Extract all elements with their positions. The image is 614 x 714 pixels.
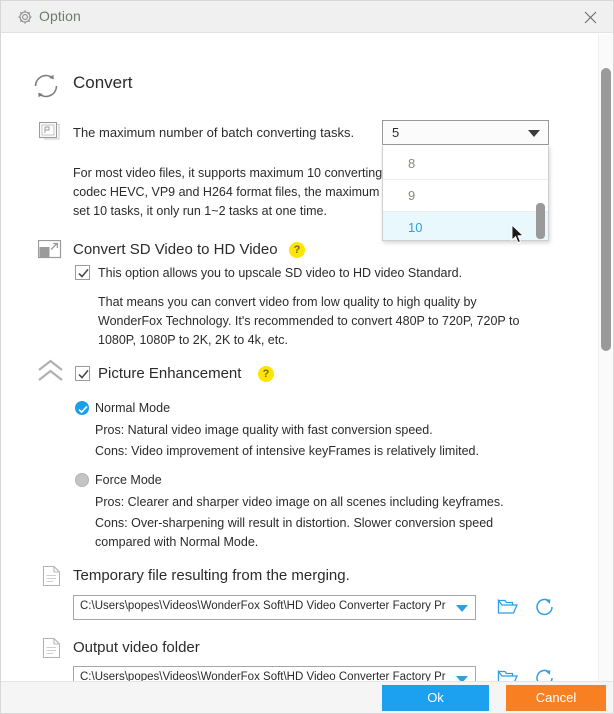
question-mark-icon[interactable]: ? <box>289 242 305 258</box>
cancel-button[interactable]: Cancel <box>506 685 606 711</box>
picture-enhancement-heading: Picture Enhancement <box>98 365 242 382</box>
ok-button[interactable]: Ok <box>382 685 489 711</box>
close-icon[interactable] <box>573 5 607 29</box>
document-icon <box>41 565 63 587</box>
main-scrollbar[interactable] <box>598 34 613 683</box>
temp-file-heading: Temporary file resulting from the mergin… <box>73 567 350 584</box>
picture-enhancement-checkbox[interactable] <box>75 366 90 381</box>
normal-mode-pros: Pros: Natural video image quality with f… <box>95 423 433 437</box>
radio-force-mode[interactable] <box>75 473 89 487</box>
double-chevron-up-icon[interactable] <box>37 359 64 383</box>
convert-section-heading: Convert <box>73 73 133 92</box>
temp-file-path-input[interactable]: C:\Users\popes\Videos\WonderFox Soft\HD … <box>73 595 476 620</box>
batch-tasks-combobox[interactable]: 5 <box>382 120 549 145</box>
chevron-down-icon[interactable] <box>456 605 468 612</box>
chevron-down-icon[interactable] <box>528 130 540 137</box>
document-icon <box>41 637 63 659</box>
dropdown-scrollbar[interactable] <box>534 147 547 239</box>
page-title: Option <box>39 8 81 24</box>
question-mark-icon[interactable]: ? <box>258 366 274 382</box>
sd-to-hd-description: That means you can convert video from lo… <box>98 295 520 347</box>
batch-tasks-selected-value: 5 <box>392 125 400 140</box>
upscale-arrow-icon <box>37 239 63 261</box>
dropdown-scrollbar-thumb[interactable] <box>536 203 545 239</box>
label-force-mode: Force Mode <box>95 473 162 487</box>
titlebar: Option <box>1 1 613 33</box>
label-normal-mode: Normal Mode <box>95 401 171 415</box>
force-mode-pros: Pros: Clearer and sharper video image on… <box>95 495 504 509</box>
temp-file-path-value: C:\Users\popes\Videos\WonderFox Soft\HD … <box>80 600 446 612</box>
dropdown-option-9[interactable]: 9 <box>383 180 548 212</box>
film-strip-icon <box>38 121 60 141</box>
dropdown-option-8[interactable]: 8 <box>383 148 548 180</box>
open-folder-icon[interactable] <box>497 596 519 618</box>
dialog-footer: Ok Cancel <box>1 681 613 713</box>
gear-icon <box>17 9 33 25</box>
convert-refresh-icon <box>29 69 63 103</box>
sd-to-hd-checkbox[interactable] <box>75 265 90 280</box>
batch-tasks-label: The maximum number of batch converting t… <box>73 125 355 140</box>
normal-mode-cons: Cons: Video improvement of intensive key… <box>95 444 479 458</box>
batch-tasks-dropdown-list[interactable]: 8 9 10 <box>382 146 549 241</box>
radio-normal-mode[interactable] <box>75 401 89 415</box>
main-scrollbar-thumb[interactable] <box>601 68 611 351</box>
dropdown-option-10[interactable]: 10 <box>383 212 548 240</box>
refresh-icon[interactable] <box>534 596 556 618</box>
output-folder-heading: Output video folder <box>73 639 200 656</box>
option-dialog: Option Convert The maximum number of bat… <box>0 0 614 714</box>
force-mode-cons: Cons: Over-sharpening will result in dis… <box>95 516 494 549</box>
sd-to-hd-checkbox-label: This option allows you to upscale SD vid… <box>98 266 463 280</box>
sd-to-hd-heading: Convert SD Video to HD Video <box>73 241 278 258</box>
